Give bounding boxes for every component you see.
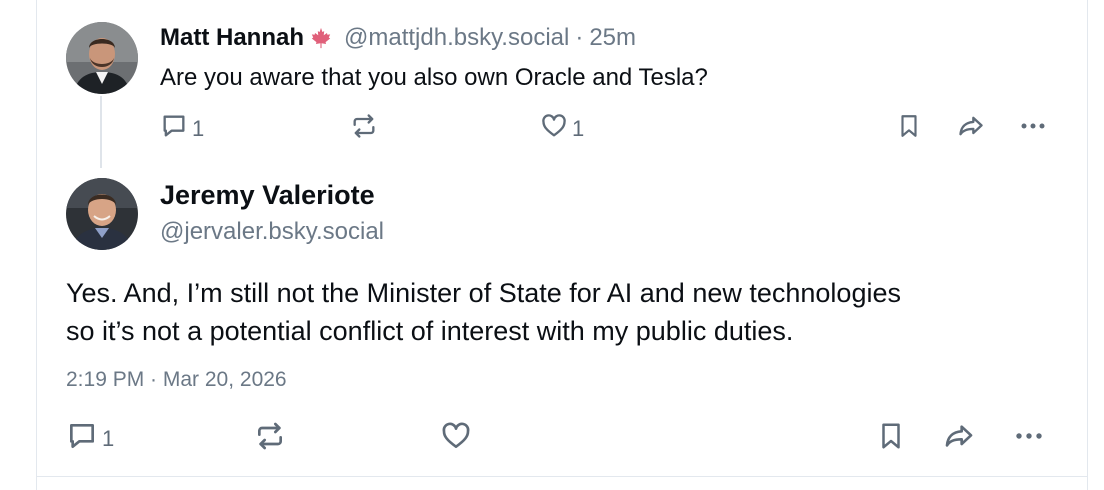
post-text: Yes. And, I’m still not the Minister of … xyxy=(66,274,1066,350)
repost-icon xyxy=(350,112,378,146)
post-share-button[interactable] xyxy=(942,420,976,458)
reply-author-handle[interactable]: @mattjdh.bsky.social xyxy=(344,24,569,52)
heart-icon xyxy=(440,420,472,458)
post-repost-button[interactable] xyxy=(254,420,286,458)
post-bookmark-button[interactable] xyxy=(876,420,906,458)
post-text-line: so it’s not a potential conflict of inte… xyxy=(66,316,794,346)
reply-bookmark-button[interactable] xyxy=(896,112,922,146)
share-icon xyxy=(956,112,986,146)
more-icon xyxy=(1018,112,1048,146)
heart-icon xyxy=(540,112,568,146)
post-text-line: Yes. And, I’m still not the Minister of … xyxy=(66,278,901,308)
post-author-name[interactable]: Jeremy Valeriote xyxy=(160,180,375,211)
reply-comment-button[interactable]: 1 xyxy=(160,112,204,146)
bottom-divider xyxy=(36,476,1088,477)
reply-timestamp[interactable]: 25m xyxy=(589,24,636,52)
reply-separator: · xyxy=(575,24,584,51)
more-icon xyxy=(1012,420,1046,458)
comment-icon xyxy=(160,112,188,146)
maple-leaf-icon xyxy=(310,27,332,49)
reply-like-button[interactable]: 1 xyxy=(540,112,584,146)
post-comment-button[interactable]: 1 xyxy=(66,420,114,458)
thread-connector-line xyxy=(100,96,102,168)
reply-author-name[interactable]: Matt Hannah xyxy=(160,24,304,52)
share-icon xyxy=(942,420,976,458)
post-more-button[interactable] xyxy=(1012,420,1046,458)
repost-icon xyxy=(254,420,286,458)
reply-more-button[interactable] xyxy=(1018,112,1048,146)
post-like-button[interactable] xyxy=(440,420,472,458)
reply-header: Matt Hannah @mattjdh.bsky.social · 25m xyxy=(160,22,636,54)
bookmark-icon xyxy=(876,420,906,458)
comment-icon xyxy=(66,420,98,458)
reply-like-count: 1 xyxy=(572,116,585,141)
post-author-handle[interactable]: @jervaler.bsky.social xyxy=(160,218,384,246)
reply-share-button[interactable] xyxy=(956,112,986,146)
reply-repost-button[interactable] xyxy=(350,112,378,146)
post-comment-count: 1 xyxy=(102,426,115,451)
bookmark-icon xyxy=(896,112,922,146)
reply-author-avatar[interactable] xyxy=(66,22,138,94)
reply-text: Are you aware that you also own Oracle a… xyxy=(160,64,708,91)
post-timestamp[interactable]: 2:19 PM · Mar 20, 2026 xyxy=(66,368,287,392)
reply-comment-count: 1 xyxy=(192,116,205,141)
post-author-avatar[interactable] xyxy=(66,178,138,250)
